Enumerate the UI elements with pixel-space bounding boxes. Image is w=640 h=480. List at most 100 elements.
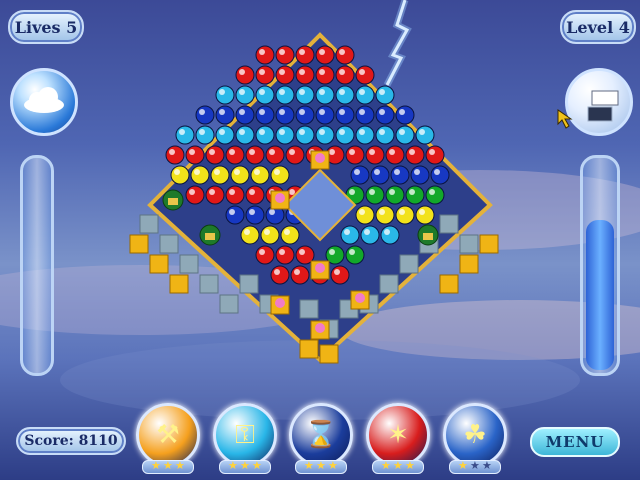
gem-highlight	[299, 109, 305, 115]
gem-highlight	[269, 149, 275, 155]
powerup-hourglass[interactable]: ⌛	[289, 403, 353, 467]
gem-bubble	[360, 225, 380, 245]
gem-bubble	[355, 85, 375, 105]
gem-highlight	[169, 149, 175, 155]
gem-bubble	[335, 85, 355, 105]
gem-highlight	[339, 49, 345, 55]
gem-bubble	[415, 205, 435, 225]
gem-bubble	[340, 225, 360, 245]
gem-highlight	[329, 249, 335, 255]
gem-highlight	[274, 169, 280, 175]
gem-bubble	[235, 85, 255, 105]
gem-highlight	[264, 229, 270, 235]
gem-highlight	[179, 129, 185, 135]
gem-highlight	[239, 129, 245, 135]
gold-tile	[169, 274, 189, 294]
gem-highlight	[239, 69, 245, 75]
gem-bubble	[185, 145, 205, 165]
stone-tile	[439, 214, 459, 234]
gem-highlight	[429, 189, 435, 195]
gem-highlight	[174, 169, 180, 175]
star-icon: ★	[381, 459, 391, 472]
star-icon: ★	[151, 459, 161, 472]
gem-highlight	[234, 169, 240, 175]
gem-bubble	[205, 145, 225, 165]
gem-highlight	[379, 209, 385, 215]
gem-bubble	[195, 105, 215, 125]
gem-highlight	[259, 129, 265, 135]
balloon-icon	[315, 153, 325, 163]
gem-bubble	[250, 165, 270, 185]
gem-highlight	[359, 209, 365, 215]
gem-bubble	[345, 145, 365, 165]
lock-body	[168, 198, 178, 205]
gem-bubble	[195, 125, 215, 145]
gem-bubble	[390, 165, 410, 185]
gem-highlight	[289, 149, 295, 155]
gem-bubble	[410, 165, 430, 185]
gem-highlight	[299, 89, 305, 95]
gem-bubble	[315, 45, 335, 65]
gem-highlight	[214, 169, 220, 175]
gem-bubble	[395, 105, 415, 125]
gem-bubble	[270, 165, 290, 185]
gem-highlight	[189, 189, 195, 195]
gem-bubble	[255, 245, 275, 265]
gem-highlight	[259, 89, 265, 95]
gold-tile	[149, 254, 169, 274]
gem-bubble	[355, 125, 375, 145]
gem-bubble	[275, 45, 295, 65]
gem-bubble	[425, 145, 445, 165]
gem-highlight	[384, 229, 390, 235]
magic-wand-icon: ✶	[387, 420, 409, 450]
star-icon: ★	[470, 459, 480, 472]
gem-highlight	[279, 89, 285, 95]
gem-bubble	[345, 245, 365, 265]
gem-highlight	[249, 189, 255, 195]
powerup-magic-wand[interactable]: ✶	[366, 403, 430, 467]
gem-highlight	[419, 129, 425, 135]
gem-bubble	[270, 265, 290, 285]
stone-tile	[239, 274, 259, 294]
gem-highlight	[259, 69, 265, 75]
gem-highlight	[244, 229, 250, 235]
gem-highlight	[229, 209, 235, 215]
gem-bubble	[275, 245, 295, 265]
gem-bubble	[175, 125, 195, 145]
star-icon: ★	[405, 459, 415, 472]
gem-highlight	[219, 109, 225, 115]
gem-bubble	[225, 185, 245, 205]
powerup-hammer[interactable]: ⚒	[136, 403, 200, 467]
gem-bubble	[295, 125, 315, 145]
powerup-clover[interactable]: ☘	[443, 403, 507, 467]
stone-tile	[399, 254, 419, 274]
gem-highlight	[349, 149, 355, 155]
gem-bubble	[255, 125, 275, 145]
gem-highlight	[339, 129, 345, 135]
gem-highlight	[359, 69, 365, 75]
gem-bubble	[290, 265, 310, 285]
gem-bubble	[335, 125, 355, 145]
star-icon: ★	[228, 459, 238, 472]
gem-bubble	[405, 185, 425, 205]
gem-highlight	[299, 49, 305, 55]
lock-body	[423, 233, 433, 240]
gem-bubble	[295, 45, 315, 65]
gem-bubble	[275, 85, 295, 105]
gem-bubble	[295, 65, 315, 85]
gem-highlight	[269, 209, 275, 215]
powerup-stars: ★ ★ ★	[295, 459, 347, 474]
gem-highlight	[409, 189, 415, 195]
gem-bubble	[185, 185, 205, 205]
gem-highlight	[379, 129, 385, 135]
gem-highlight	[389, 149, 395, 155]
gem-bubble	[335, 105, 355, 125]
balloon-icon	[315, 263, 325, 273]
menu-button[interactable]: MENU	[530, 427, 620, 457]
powerup-key[interactable]: ⚿	[213, 403, 277, 467]
gem-highlight	[319, 69, 325, 75]
gem-bubble	[335, 65, 355, 85]
stone-tile	[219, 294, 239, 314]
gem-bubble	[245, 145, 265, 165]
gem-bubble	[230, 165, 250, 185]
